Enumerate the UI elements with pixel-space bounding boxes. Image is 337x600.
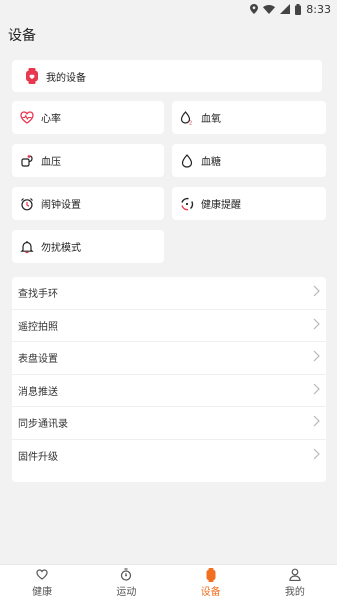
list-item-remote-camera[interactable]: 遥控拍照 xyxy=(12,310,326,342)
battery-icon xyxy=(295,3,302,15)
tab-health[interactable]: 健康 xyxy=(0,568,84,598)
person-icon xyxy=(289,568,301,582)
list-item-firmware-upgrade[interactable]: 固件升级 xyxy=(12,440,326,473)
list-item-watch-face[interactable]: 表盘设置 xyxy=(12,342,326,375)
settings-list: 查找手环 遥控拍照 表盘设置 消息推送 同步通讯录 固件升级 xyxy=(12,277,326,482)
alarm-icon xyxy=(19,196,35,212)
feature-label: 血压 xyxy=(41,157,61,168)
my-device-label: 我的设备 xyxy=(46,72,86,84)
feature-label: 闹钟设置 xyxy=(41,200,81,211)
list-item-label: 固件升级 xyxy=(18,452,58,464)
list-item-label: 查找手环 xyxy=(18,289,58,301)
watch-icon xyxy=(206,567,216,582)
chevron-right-icon xyxy=(313,318,320,333)
tab-sport[interactable]: 运动 xyxy=(84,568,168,598)
chevron-right-icon xyxy=(313,285,320,300)
chevron-right-icon xyxy=(313,415,320,430)
blood-pressure-icon xyxy=(19,153,35,169)
my-device-card[interactable]: 我的设备 xyxy=(12,60,322,92)
blood-oxygen-icon: 2 xyxy=(179,110,195,126)
feature-label: 心率 xyxy=(41,114,61,125)
list-item-label: 同步通讯录 xyxy=(18,419,68,431)
feature-blood-pressure[interactable]: 血压 xyxy=(12,144,164,177)
page-title: 设备 xyxy=(8,28,36,44)
do-not-disturb-icon xyxy=(19,239,35,255)
chevron-right-icon xyxy=(313,350,320,365)
blood-sugar-icon xyxy=(179,153,195,169)
list-item-label: 表盘设置 xyxy=(18,354,58,366)
feature-label: 血氧 xyxy=(201,114,221,125)
signal-icon xyxy=(280,4,291,14)
stopwatch-icon xyxy=(120,568,132,582)
tab-mine[interactable]: 我的 xyxy=(253,568,337,598)
feature-health-reminder[interactable]: 健康提醒 xyxy=(172,187,326,220)
chevron-right-icon xyxy=(313,448,320,463)
feature-alarm[interactable]: 闹钟设置 xyxy=(12,187,164,220)
svg-text:2: 2 xyxy=(189,120,192,125)
tab-label: 健康 xyxy=(32,586,53,598)
feature-do-not-disturb[interactable]: 勿扰模式 xyxy=(12,230,164,263)
tab-label: 运动 xyxy=(116,586,137,598)
heart-outline-icon xyxy=(36,568,48,582)
list-item-find-band[interactable]: 查找手环 xyxy=(12,277,326,310)
tab-label: 我的 xyxy=(284,586,305,598)
feature-blood-oxygen[interactable]: 2 血氧 xyxy=(172,101,326,134)
tab-device[interactable]: 设备 xyxy=(169,567,253,598)
health-reminder-icon xyxy=(179,196,195,212)
feature-label: 勿扰模式 xyxy=(41,243,81,254)
bottom-tab-bar: 健康 运动 设备 我的 xyxy=(0,564,337,600)
list-item-notifications[interactable]: 消息推送 xyxy=(12,375,326,407)
status-bar: 8:33 xyxy=(0,0,337,18)
chevron-right-icon xyxy=(313,383,320,398)
location-icon xyxy=(250,4,259,14)
list-item-label: 遥控拍照 xyxy=(18,321,58,333)
list-item-sync-contacts[interactable]: 同步通讯录 xyxy=(12,407,326,440)
wifi-icon xyxy=(263,4,276,14)
feature-blood-sugar[interactable]: 血糖 xyxy=(172,144,326,177)
feature-heart-rate[interactable]: 心率 xyxy=(12,101,164,134)
feature-label: 血糖 xyxy=(201,157,221,168)
tab-label: 设备 xyxy=(200,586,221,598)
page-title-bar: 设备 xyxy=(0,18,337,52)
smartwatch-icon xyxy=(24,68,40,84)
list-item-label: 消息推送 xyxy=(18,386,58,398)
heart-rate-icon xyxy=(19,110,35,126)
feature-label: 健康提醒 xyxy=(201,200,241,211)
status-time: 8:33 xyxy=(306,2,331,16)
